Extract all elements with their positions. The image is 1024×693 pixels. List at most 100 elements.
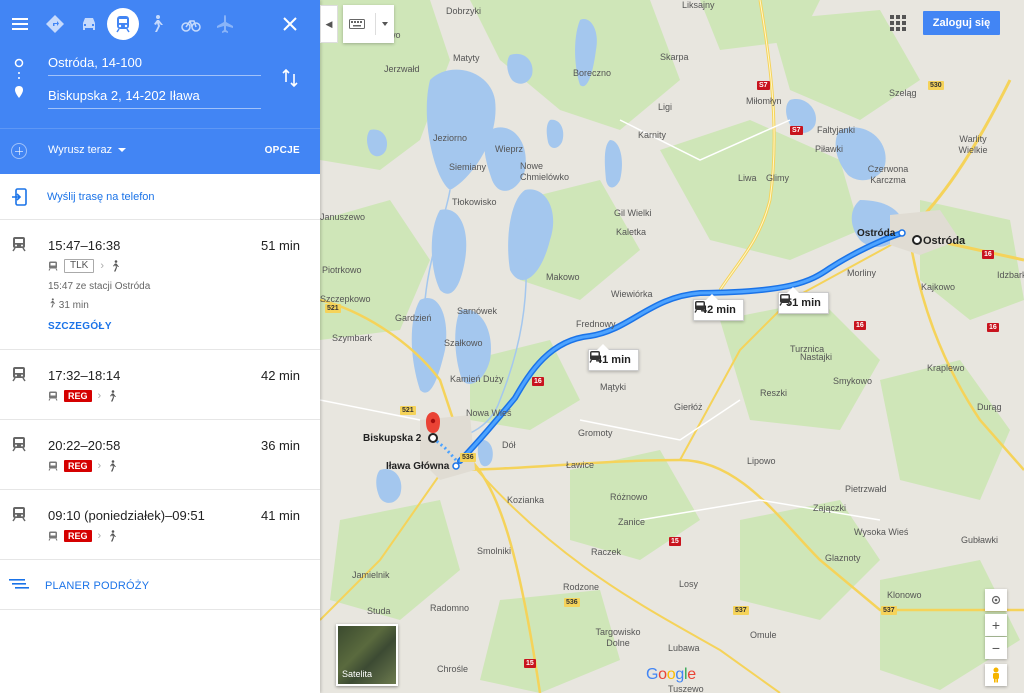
destination-marker[interactable]	[428, 433, 438, 443]
place-label: Omule	[750, 630, 777, 640]
input-tools-button[interactable]	[343, 5, 394, 43]
swap-icon[interactable]	[280, 68, 300, 88]
satellite-label: Satelita	[342, 669, 373, 679]
place-label: Piławki	[815, 144, 844, 154]
train-icon	[694, 301, 706, 313]
train-icon	[12, 367, 26, 382]
travel-mode-bar	[0, 0, 320, 48]
origin-marker[interactable]	[912, 235, 922, 245]
place-label: Różnowo	[610, 492, 648, 502]
route-time-label[interactable]: 41 min	[588, 344, 639, 371]
trip-duration: 42 min	[260, 368, 300, 383]
tip	[787, 287, 799, 293]
place-label: Zajączki	[813, 503, 847, 513]
place-label: Dół	[502, 440, 516, 450]
trip-legs: REG ›	[48, 388, 117, 404]
road-shield: S7	[757, 81, 770, 90]
my-location-button[interactable]	[985, 589, 1007, 611]
train-icon	[12, 507, 26, 522]
collapse-panel-button[interactable]: ◀	[320, 5, 338, 43]
trip-planner-label: PLANER PODRÓŻY	[45, 580, 150, 592]
caret-down-icon[interactable]	[382, 22, 388, 26]
place-label: Kozianka	[507, 495, 545, 505]
place-label: Glimy	[766, 173, 789, 183]
directions-icon[interactable]	[39, 8, 71, 40]
options-button[interactable]: OPCJE	[265, 145, 300, 156]
road-shield: 15	[669, 537, 681, 546]
trip-legs: TLK ›	[48, 258, 120, 274]
transit-icon[interactable]	[107, 8, 139, 40]
menu-icon[interactable]	[4, 8, 36, 40]
line-badge: REG	[64, 390, 92, 402]
trip-time: 20:22–20:58	[48, 438, 121, 453]
station-marker[interactable]	[898, 229, 906, 237]
origin-input[interactable]: Ostróda, 14-100	[48, 52, 261, 76]
place-label: Lipowo	[747, 456, 776, 466]
pegman-icon	[993, 667, 999, 683]
place-label: Sarnówek	[457, 306, 498, 316]
place-label: Gromoty	[578, 428, 613, 438]
trip-duration: 51 min	[260, 238, 300, 253]
sign-in-button[interactable]: Zaloguj się	[923, 11, 1000, 35]
place-label: Ławice	[566, 460, 595, 470]
place-label: Chrośle	[437, 664, 469, 674]
trip-option[interactable]: 15:47–16:38 51 min TLK › 15:47 ze stacji…	[0, 220, 320, 350]
place-label: Wysoka Wieś	[854, 527, 909, 537]
place-label: Matyty	[453, 53, 480, 63]
street-view-button[interactable]	[985, 664, 1007, 686]
close-icon[interactable]	[276, 10, 304, 38]
place-label: Reszki	[760, 388, 788, 398]
route-time-label[interactable]: 51 min	[778, 287, 829, 314]
satellite-layer-toggle[interactable]: Satelita	[336, 624, 398, 686]
place-label: Karnity	[638, 130, 667, 140]
route-time-text: 42 min	[701, 304, 736, 316]
depart-time-dropdown[interactable]: Wyrusz teraz	[48, 144, 127, 156]
zoom-out-button[interactable]: −	[985, 637, 1007, 659]
trip-time: 09:10 (poniedziałek)–09:51	[48, 508, 205, 523]
origin-label: Ostróda	[923, 235, 966, 247]
flight-icon[interactable]	[209, 8, 241, 40]
schedule-icon	[9, 579, 29, 589]
road-shield: 16	[854, 321, 866, 330]
car-icon[interactable]	[73, 8, 105, 40]
place-label: Durąg	[977, 402, 1002, 412]
place-label: Szałkowo	[444, 338, 483, 348]
minus-icon: −	[991, 640, 1001, 656]
trip-planner-button[interactable]: PLANER PODRÓŻY	[0, 560, 320, 610]
place-label: Smolniki	[477, 546, 512, 556]
send-to-phone-button[interactable]: Wyślij trasę na telefon	[0, 174, 320, 220]
walk-time-value: 31 min	[58, 300, 89, 311]
trip-option[interactable]: 20:22–20:58 36 min REG ›	[0, 420, 320, 490]
details-link[interactable]: SZCZEGÓŁY	[48, 321, 112, 332]
place-label: Losy	[679, 579, 699, 589]
separator	[375, 13, 376, 35]
options-bar: Wyrusz teraz OPCJE	[0, 128, 320, 174]
add-destination-icon[interactable]	[11, 143, 27, 159]
trip-option[interactable]: 09:10 (poniedziałek)–09:51 41 min REG ›	[0, 490, 320, 560]
place-label: Kamień Duży	[450, 374, 504, 384]
place-label: Gil Wielki	[614, 208, 652, 218]
map-canvas[interactable]: Dobrzyki Liksajny Rucewo Matyty Jerzwałd…	[320, 0, 1024, 693]
destination-input[interactable]: Biskupska 2, 14-202 Iława	[48, 85, 261, 109]
place-label: Smykowo	[833, 376, 873, 386]
chevron-right-icon: ›	[97, 460, 102, 472]
place-label: Kaletka	[616, 227, 647, 237]
place-label: Rodzone	[563, 582, 600, 592]
route-time-label[interactable]: 42 min	[693, 294, 744, 321]
bike-icon[interactable]	[175, 8, 207, 40]
apps-grid-icon[interactable]	[889, 14, 907, 32]
station-marker[interactable]	[452, 462, 460, 470]
place-label: Kraplewo	[927, 363, 965, 373]
walk-icon[interactable]	[141, 8, 173, 40]
road-shield: 537	[881, 606, 897, 615]
send-to-phone-label: Wyślij trasę na telefon	[47, 191, 155, 203]
trip-option[interactable]: 17:32–18:14 42 min REG ›	[0, 350, 320, 420]
place-label: Gubławki	[961, 535, 999, 545]
place-label: Szczepkowo	[320, 294, 371, 304]
place-label: Dobrzyki	[446, 6, 482, 16]
road-shield: 16	[982, 250, 994, 259]
road-shield: 521	[400, 406, 416, 415]
caret-down-icon	[118, 148, 127, 153]
zoom-in-button[interactable]: +	[985, 614, 1007, 636]
road-shield: 16	[987, 323, 999, 332]
